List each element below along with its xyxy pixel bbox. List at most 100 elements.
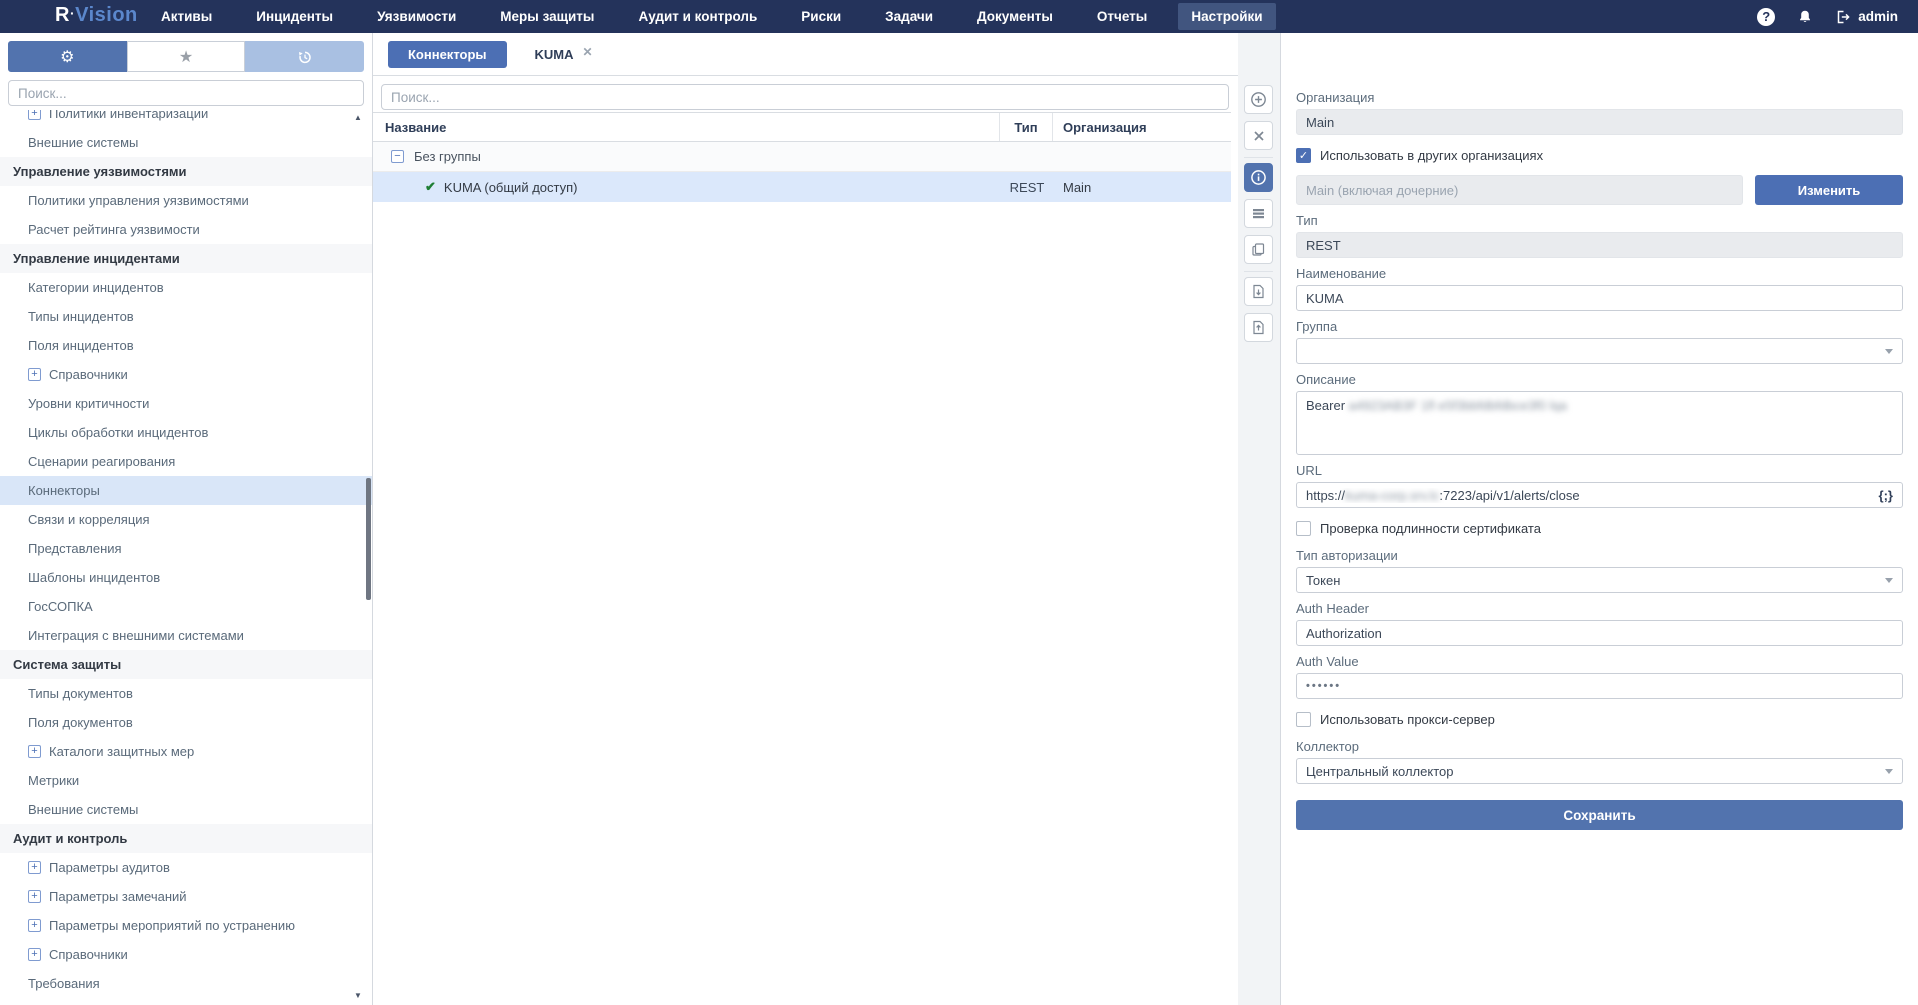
sidebar-item-12[interactable]: Сценарии реагирования <box>0 447 372 476</box>
sidebar-item-8[interactable]: Поля инцидентов <box>0 331 372 360</box>
scroll-up-icon[interactable]: ▲ <box>354 113 364 123</box>
column-header-type[interactable]: Тип <box>1000 113 1053 141</box>
add-icon <box>1250 91 1267 108</box>
expand-plus-icon[interactable] <box>28 890 41 903</box>
expand-plus-icon[interactable] <box>28 948 41 961</box>
sidebar-item-22[interactable]: Каталоги защитных мер <box>0 737 372 766</box>
checkbox-checked-icon[interactable] <box>1296 148 1311 163</box>
nav-item-7[interactable]: Документы <box>964 3 1066 30</box>
close-icon <box>1253 130 1265 142</box>
nav-item-9[interactable]: Настройки <box>1178 3 1275 30</box>
nav-item-6[interactable]: Задачи <box>872 3 946 30</box>
expand-plus-icon[interactable] <box>28 919 41 932</box>
url-input[interactable]: https://kuma-corp.srv.lc:7223/api/v1/ale… <box>1296 482 1903 508</box>
nav-item-5[interactable]: Риски <box>788 3 854 30</box>
help-icon[interactable]: ? <box>1757 8 1775 26</box>
change-button[interactable]: Изменить <box>1755 175 1903 205</box>
org-scope-row: Main (включая дочерние) Изменить <box>1296 175 1903 205</box>
sidebar-item-11[interactable]: Циклы обработки инцидентов <box>0 418 372 447</box>
group-row[interactable]: Без группы <box>373 142 1231 172</box>
share-checkbox-row[interactable]: Использовать в других организациях <box>1296 147 1903 163</box>
auth-header-label: Auth Header <box>1296 601 1903 616</box>
sidebar-item-3[interactable]: Политики управления уязвимостями <box>0 186 372 215</box>
group-dropdown[interactable] <box>1296 338 1903 364</box>
collapse-minus-icon[interactable] <box>391 150 404 163</box>
table-row[interactable]: ✔ KUMA (общий доступ) REST Main <box>373 172 1231 202</box>
cert-checkbox-row[interactable]: Проверка подлинности сертификата <box>1296 520 1903 536</box>
sidebar-item-7[interactable]: Типы инцидентов <box>0 302 372 331</box>
tab-connectors[interactable]: Коннекторы <box>388 41 507 68</box>
user-menu[interactable]: admin <box>1835 9 1898 25</box>
sidebar-item-20[interactable]: Типы документов <box>0 679 372 708</box>
close-tab-icon[interactable]: ✕ <box>583 47 593 57</box>
sidebar-item-28[interactable]: Параметры мероприятий по устранению <box>0 911 372 940</box>
sidebar-item-16[interactable]: Шаблоны инцидентов <box>0 563 372 592</box>
expand-plus-icon[interactable] <box>28 110 41 120</box>
sidebar-item-9[interactable]: Справочники <box>0 360 372 389</box>
expand-plus-icon[interactable] <box>28 745 41 758</box>
sidebar-item-6[interactable]: Категории инцидентов <box>0 273 372 302</box>
connectors-search-input[interactable] <box>381 84 1229 110</box>
copy-button[interactable] <box>1244 235 1273 264</box>
collector-dropdown[interactable]: Центральный коллектор <box>1296 758 1903 784</box>
auth-value-input[interactable]: •••••• <box>1296 673 1903 699</box>
tab-settings-gear[interactable]: ⚙ <box>8 41 127 72</box>
sidebar-item-31[interactable]: К <box>0 998 372 1005</box>
sidebar-item-21[interactable]: Поля документов <box>0 708 372 737</box>
sidebar-item-18[interactable]: Интеграция с внешними системами <box>0 621 372 650</box>
connector-org: Main <box>1053 172 1231 202</box>
sidebar-item-14[interactable]: Связи и корреляция <box>0 505 372 534</box>
nav-item-4[interactable]: Аудит и контроль <box>625 3 770 30</box>
info-button[interactable] <box>1244 163 1273 192</box>
description-label: Описание <box>1296 372 1903 387</box>
tab-kuma[interactable]: KUMA ✕ <box>535 47 593 62</box>
column-header-name[interactable]: Название <box>373 113 1000 141</box>
sidebar-item-30[interactable]: Требования <box>0 969 372 998</box>
sidebar-scrollbar-thumb[interactable] <box>366 478 371 600</box>
sidebar-item-23[interactable]: Метрики <box>0 766 372 795</box>
sidebar-item-24[interactable]: Внешние системы <box>0 795 372 824</box>
nav-item-2[interactable]: Уязвимости <box>364 3 469 30</box>
proxy-checkbox-row[interactable]: Использовать прокси-сервер <box>1296 711 1903 727</box>
bell-icon[interactable] <box>1797 9 1813 25</box>
name-input[interactable] <box>1296 285 1903 311</box>
nav-item-1[interactable]: Инциденты <box>243 3 346 30</box>
sidebar-item-27[interactable]: Параметры замечаний <box>0 882 372 911</box>
sidebar-item-15[interactable]: Представления <box>0 534 372 563</box>
info-icon <box>1250 169 1267 186</box>
auth-type-dropdown[interactable]: Токен <box>1296 567 1903 593</box>
file-upload-icon <box>1251 320 1266 335</box>
nav-item-3[interactable]: Меры защиты <box>487 3 607 30</box>
sidebar-item-1[interactable]: Внешние системы <box>0 128 372 157</box>
sidebar-search-input[interactable] <box>8 80 364 106</box>
sidebar-item-0[interactable]: Политики инвентаризации <box>0 110 372 128</box>
add-button[interactable] <box>1244 85 1273 114</box>
tab-favorites[interactable]: ★ <box>127 41 246 72</box>
sidebar-item-4[interactable]: Расчет рейтинга уязвимости <box>0 215 372 244</box>
nav-item-0[interactable]: Активы <box>148 3 225 30</box>
sidebar-item-29[interactable]: Справочники <box>0 940 372 969</box>
expand-plus-icon[interactable] <box>28 368 41 381</box>
column-header-org[interactable]: Организация <box>1053 113 1231 141</box>
description-textarea[interactable]: Bearer a4923AB3F 1fl e5f3bbfdbfdbce3f0 l… <box>1296 391 1903 455</box>
auth-header-input[interactable] <box>1296 620 1903 646</box>
details-button[interactable] <box>1244 199 1273 228</box>
sidebar-item-26[interactable]: Параметры аудитов <box>0 853 372 882</box>
checkbox-unchecked-icon[interactable] <box>1296 521 1311 536</box>
checkbox-unchecked-icon[interactable] <box>1296 712 1311 727</box>
sidebar-item-17[interactable]: ГосСОПКА <box>0 592 372 621</box>
scroll-down-icon[interactable]: ▼ <box>354 991 364 1001</box>
tab-history[interactable] <box>245 41 364 72</box>
save-button[interactable]: Сохранить <box>1296 800 1903 830</box>
import-button[interactable] <box>1244 313 1273 342</box>
variables-icon[interactable]: {;} <box>1879 488 1893 503</box>
proxy-label: Использовать прокси-сервер <box>1320 712 1495 727</box>
expand-plus-icon[interactable] <box>28 861 41 874</box>
sidebar-item-10[interactable]: Уровни критичности <box>0 389 372 418</box>
delete-button[interactable] <box>1244 121 1273 150</box>
export-button[interactable] <box>1244 277 1273 306</box>
top-navigation-bar: R·Vision АктивыИнцидентыУязвимостиМеры з… <box>0 0 1918 33</box>
group-row-label: Без группы <box>414 149 481 164</box>
sidebar-item-13[interactable]: Коннекторы <box>0 476 372 505</box>
nav-item-8[interactable]: Отчеты <box>1084 3 1160 30</box>
